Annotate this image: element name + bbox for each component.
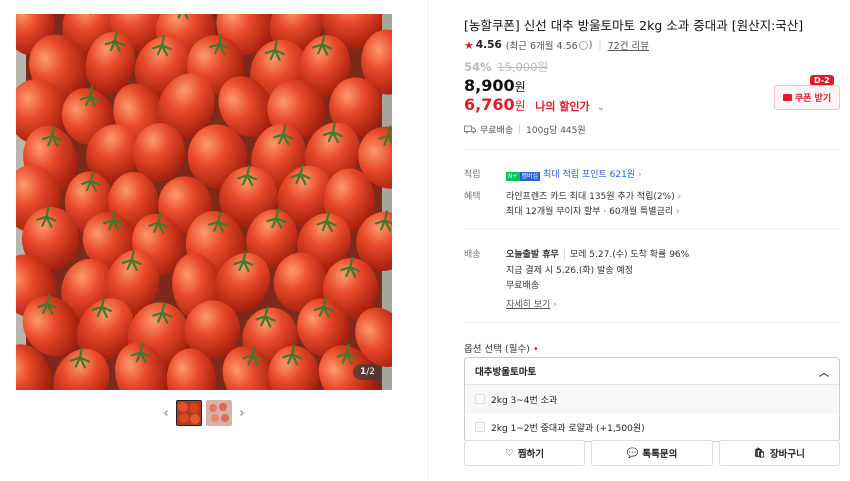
delivery-ship-date: 지금 결제 시 5.26.(화) 발송 예정	[506, 266, 634, 276]
separator: |	[598, 39, 602, 51]
delivery-info: 오늘출발 휴무 | 모레 5.27.(수) 도착 확률 96%	[506, 250, 690, 260]
wishlist-button[interactable]: ♡ 찜하기	[464, 440, 586, 466]
action-buttons: ♡ 찜하기 💬 톡톡문의 🛍 장바구니	[464, 440, 840, 466]
column-divider	[428, 0, 429, 481]
chat-icon: 💬	[626, 447, 639, 459]
option-dropdown-header[interactable]: 대추방울토마토 ︿	[465, 358, 839, 385]
star-icon: ★	[464, 38, 474, 52]
discount-rate: 54%	[464, 60, 492, 74]
coupon-download-button[interactable]: 쿠폰 받기	[774, 85, 840, 110]
benefit-card-row[interactable]: 라인프렌즈 카드 최대 135원 추가 적립(2%) ›	[506, 189, 681, 202]
chevron-up-icon: ︿	[819, 367, 829, 379]
separator: |	[518, 124, 522, 135]
info-icon[interactable]	[578, 40, 588, 50]
option-select-title: 옵션 선택 (필수) •	[464, 344, 539, 355]
heart-icon: ♡	[505, 447, 514, 459]
option-item[interactable]: 2kg 1~2번 중대과 로얄과 (+1,500원)	[465, 413, 839, 441]
sale-price: 8,900원	[464, 76, 526, 95]
truck-icon	[464, 125, 476, 134]
shipping-summary: 무료배송 | 100g당 445원	[464, 123, 586, 136]
original-price: 15,000원	[497, 60, 549, 74]
delivery-fee: 무료배송	[506, 281, 540, 291]
tomato-photo	[16, 14, 392, 390]
rating-recent-close: )	[588, 39, 593, 51]
option-checkbox[interactable]	[475, 394, 485, 404]
coupon-icon	[782, 94, 792, 101]
rating-row: ★ 4.56 (최근 6개월 4.56 ) | 72건 리뷰	[464, 38, 649, 53]
benefit-installment-row[interactable]: 최대 12개월 무이자 할부 · 60개월 특별금리 ›	[506, 204, 680, 217]
chevron-down-icon: ⌄	[597, 103, 605, 113]
delivery-more-link[interactable]: 자세히 보기 ›	[506, 297, 557, 310]
divider	[464, 322, 840, 323]
image-counter: 1/2	[352, 364, 382, 380]
points-label: 적립	[464, 170, 481, 180]
option-dropdown[interactable]: 대추방울토마토 ︿ 2kg 3~4번 소과 2kg 1~2번 중대과 로얄과 (…	[464, 357, 840, 442]
benefits-label: 혜택	[464, 192, 481, 202]
thumbnail-prev-arrow[interactable]: ‹	[160, 400, 172, 426]
rating-recent: (최근 6개월 4.56	[505, 41, 578, 52]
delivery-label: 배송	[464, 250, 481, 260]
product-title: [농할쿠폰] 신선 대추 방울토마토 2kg 소과 중대과 [원산지:국산]	[464, 18, 804, 33]
thumbnail-1[interactable]	[176, 400, 202, 426]
coupon-price[interactable]: 6,760원 나의 할인가 ⌄	[464, 95, 605, 114]
discount-row: 54% 15,000원	[464, 59, 548, 75]
thumbnail-next-arrow[interactable]: ›	[236, 400, 248, 426]
bag-icon: 🛍	[753, 447, 766, 459]
thumbnail-2[interactable]	[206, 400, 232, 426]
option-selected-value: 대추방울토마토	[475, 367, 537, 378]
main-product-image[interactable]: 1/2	[16, 14, 392, 390]
thumbnail-strip: ‹ ›	[160, 400, 248, 426]
rating-value: 4.56	[475, 39, 502, 51]
option-item[interactable]: 2kg 3~4번 소과	[465, 385, 839, 413]
option-checkbox[interactable]	[475, 422, 485, 432]
naver-membership-badge: N+ 멤버십	[506, 172, 541, 181]
points-value-row[interactable]: N+ 멤버십 최대 적립 포인트 621원 ›	[506, 167, 642, 181]
add-to-cart-button[interactable]: 🛍 장바구니	[718, 440, 840, 466]
coupon-price-label: 나의 할인가	[535, 100, 590, 113]
divider	[464, 149, 840, 150]
review-count-link[interactable]: 72건 리뷰	[608, 38, 649, 52]
divider	[464, 228, 840, 229]
talk-inquiry-button[interactable]: 💬 톡톡문의	[591, 440, 713, 466]
